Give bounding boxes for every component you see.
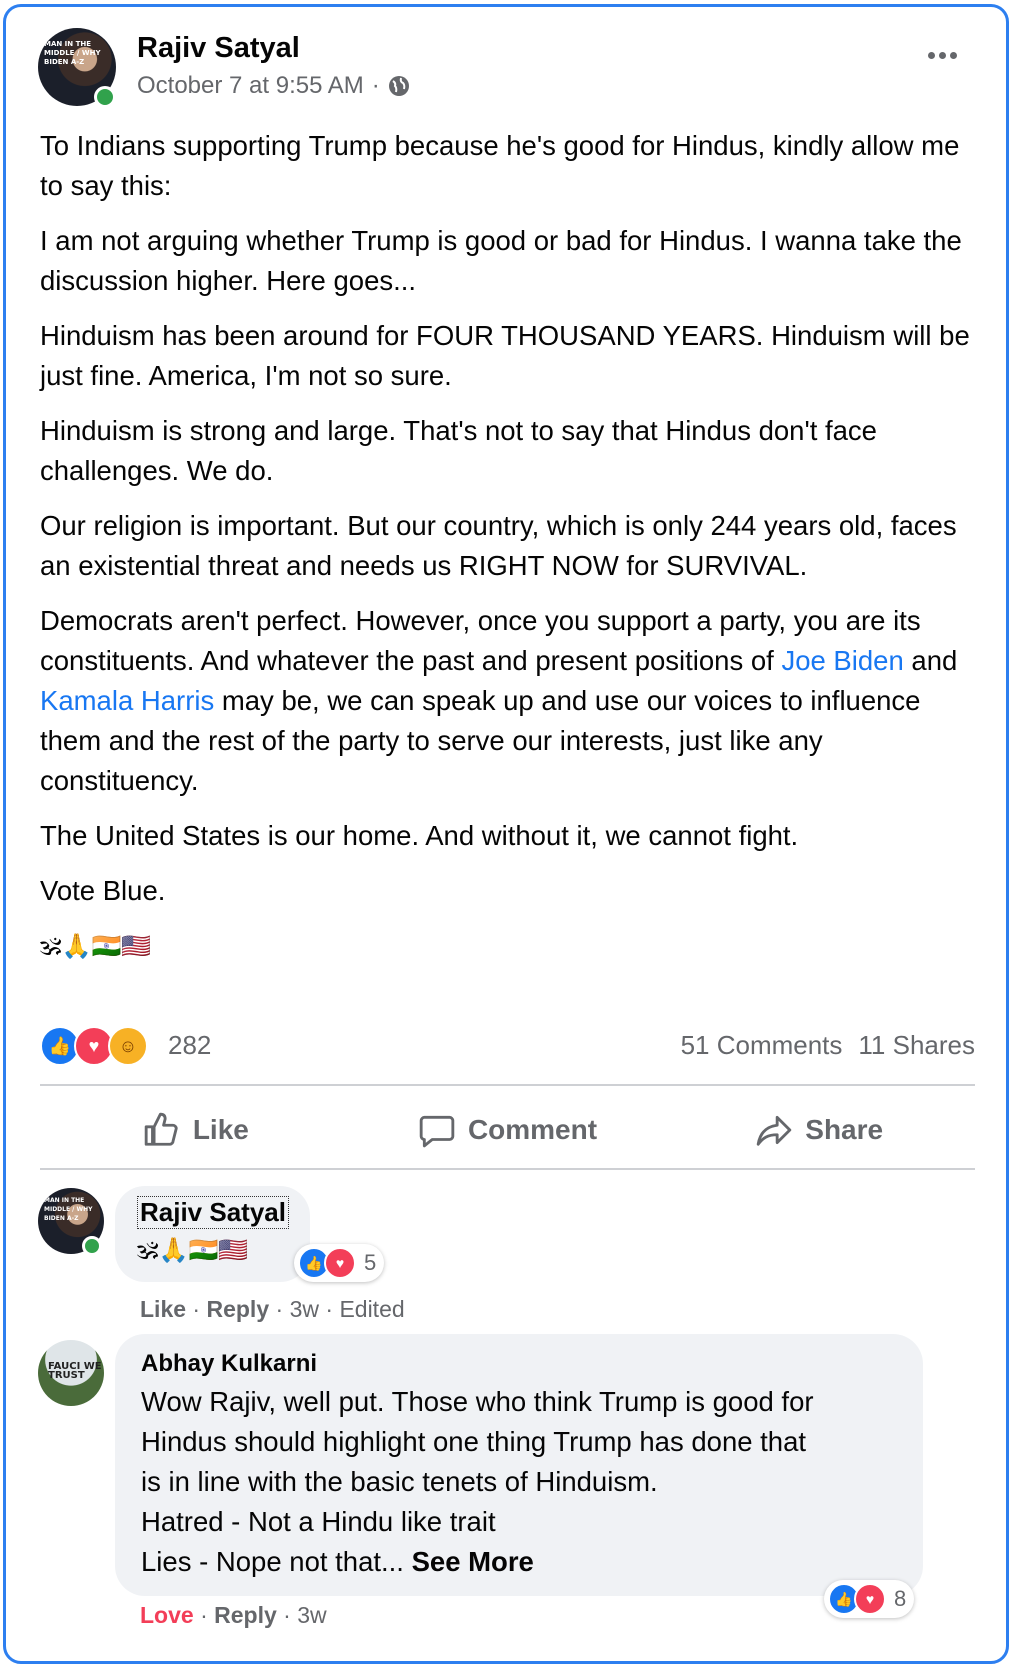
comment-edited: Edited [339, 1296, 405, 1322]
mention-link-kamala-harris[interactable]: Kamala Harris [40, 685, 214, 716]
avatar-caption: MAN IN THE MIDDLE / WHY BIDEN A-Z [44, 1197, 93, 1222]
post-action-bar: Like Comment Share [40, 1090, 975, 1170]
post-author-name[interactable]: Rajiv Satyal [137, 32, 300, 65]
avatar-caption: FAUCI WE TRUST [48, 1361, 102, 1381]
comment-author[interactable]: Abhay Kulkarni [141, 1350, 317, 1378]
post-paragraph: To Indians supporting Trump because he's… [40, 130, 960, 201]
post-paragraph: Vote Blue. [40, 875, 166, 906]
share-label: Share [805, 1114, 884, 1145]
comment-reactions[interactable]: 👍 ♥ 8 [824, 1580, 915, 1618]
comment-reaction-count: 5 [364, 1250, 377, 1275]
post-paragraph: Democrats aren't perfect. However, once … [40, 605, 958, 796]
comment-like-button[interactable]: Like [140, 1296, 186, 1322]
comment-reply-button[interactable]: Reply [214, 1602, 277, 1628]
comment-reactions[interactable]: 👍 ♥ 5 [294, 1244, 385, 1282]
share-icon [757, 1115, 792, 1146]
comment-age[interactable]: 3w [290, 1296, 319, 1322]
like-button[interactable]: Like [40, 1090, 352, 1170]
comment-author[interactable]: Rajiv Satyal [137, 1196, 289, 1229]
reaction-count[interactable]: 282 [168, 1030, 211, 1061]
comment-button[interactable]: Comment [352, 1090, 664, 1170]
comment-label: Comment [467, 1114, 598, 1145]
comment-text: 🕉🙏🇮🇳🇺🇸 [137, 1236, 249, 1264]
divider [40, 1168, 975, 1170]
post-paragraph: The United States is our home. And witho… [40, 820, 799, 851]
comment-love-button[interactable]: Love [140, 1602, 194, 1628]
more-options-icon[interactable] [928, 52, 957, 59]
meta-separator: · [371, 72, 380, 99]
comment-actions: Like · Reply · 3w · Edited [140, 1296, 405, 1322]
comment-bubble: Abhay Kulkarni Wow Rajiv, well put. Thos… [115, 1334, 923, 1596]
post-paragraph: Hinduism has been around for FOUR THOUSA… [40, 320, 970, 391]
post-paragraph: I am not arguing whether Trump is good o… [40, 225, 962, 296]
post-timestamp[interactable]: October 7 at 9:55 AM [137, 72, 364, 100]
mention-link-joe-biden[interactable]: Joe Biden [781, 645, 903, 676]
thumbs-up-icon [144, 1112, 178, 1146]
shares-count[interactable]: 11 Shares [858, 1030, 975, 1061]
love-reaction-icon: ♥ [854, 1583, 886, 1615]
commenter-avatar[interactable]: FAUCI WE TRUST [38, 1340, 104, 1406]
comment-age[interactable]: 3w [297, 1602, 326, 1628]
comment-reaction-count: 8 [894, 1586, 907, 1611]
post-emojis: 🕉🙏🇮🇳🇺🇸 [40, 932, 152, 960]
care-reaction-icon: ☺ [108, 1026, 148, 1066]
online-status-dot [82, 1236, 102, 1256]
like-label: Like [192, 1114, 249, 1145]
comment-actions: Love · Reply · 3w [140, 1602, 327, 1628]
post-meta: October 7 at 9:55 AM · [137, 72, 410, 100]
reaction-icons[interactable]: 👍 ♥ ☺ [40, 1026, 148, 1066]
comment-bubble: Rajiv Satyal 🕉🙏🇮🇳🇺🇸 [115, 1186, 310, 1282]
comment-icon [419, 1115, 455, 1148]
online-status-dot [94, 86, 116, 108]
divider [40, 1084, 975, 1086]
avatar-caption: MAN IN THE MIDDLE / WHY BIDEN A-Z [44, 40, 101, 66]
see-more-link[interactable]: See More [412, 1546, 534, 1577]
globe-icon[interactable] [388, 75, 410, 97]
share-button[interactable]: Share [663, 1090, 975, 1170]
love-reaction-icon: ♥ [324, 1247, 356, 1279]
post-text: To Indians supporting Trump because he's… [40, 126, 980, 981]
reactions-summary: 👍 ♥ ☺ 282 51 Comments 11 Shares [40, 1026, 975, 1066]
post-paragraph: Our religion is important. But our count… [40, 510, 957, 581]
post-paragraph: Hinduism is strong and large. That's not… [40, 415, 877, 486]
comments-count[interactable]: 51 Comments [681, 1030, 843, 1061]
comment-text: Wow Rajiv, well put. Those who think Tru… [141, 1386, 814, 1577]
comment-reply-button[interactable]: Reply [206, 1296, 269, 1322]
